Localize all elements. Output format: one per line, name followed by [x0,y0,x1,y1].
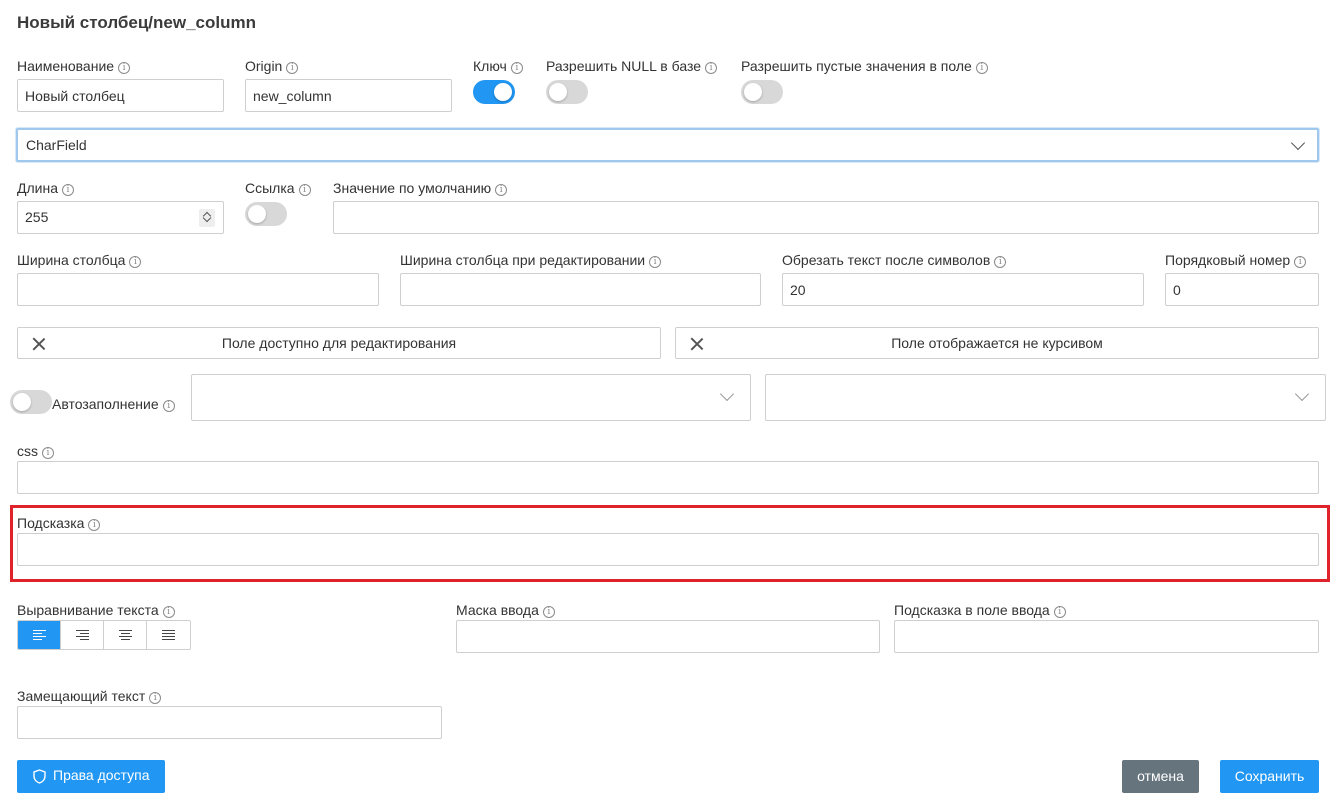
info-icon[interactable]: i [162,400,175,412]
allow-empty-toggle[interactable] [741,80,783,104]
origin-label: Origin i [245,57,299,75]
column-width-input[interactable] [17,273,379,306]
truncate-input[interactable] [782,273,1144,306]
column-width-label: Ширина столбца i [17,251,142,269]
cancel-button[interactable]: отмена [1122,760,1199,793]
order-label: Порядковый номер i [1165,251,1307,269]
edit-width-input[interactable] [400,273,761,306]
toggle-knob [494,83,512,101]
align-right-button[interactable] [61,621,104,649]
info-icon[interactable]: i [1053,606,1066,618]
autofill-label: Автозаполнение i [52,395,175,413]
info-icon[interactable]: i [705,62,718,74]
link-toggle[interactable] [245,202,287,226]
toggle-knob [248,205,266,223]
align-center-button[interactable] [104,621,147,649]
info-icon[interactable]: i [975,62,988,74]
name-input[interactable] [17,79,224,112]
input-mask-label: Маска ввода i [456,601,555,619]
text-align-group [17,620,191,650]
origin-input[interactable] [245,79,452,112]
field-type-value: CharField [26,137,87,153]
info-icon[interactable]: i [118,62,131,74]
css-label: css i [17,442,54,460]
link-label: Ссылка i [245,179,311,197]
hint-input[interactable] [17,533,1319,566]
access-rights-label: Права доступа [53,767,150,783]
access-rights-button[interactable]: Права доступа [17,760,165,793]
number-stepper[interactable] [199,209,215,227]
alt-text-input[interactable] [17,706,442,739]
info-icon[interactable]: i [62,184,74,196]
page-title: Новый столбец/new_column [17,13,256,32]
info-icon[interactable]: i [298,184,311,196]
autofill-toggle[interactable] [10,390,52,414]
info-icon[interactable]: i [649,256,662,268]
info-icon[interactable]: i [286,62,299,74]
input-placeholder-label: Подсказка в поле ввода i [894,601,1066,619]
chevron-down-icon [1294,386,1310,402]
editable-toggle-button[interactable]: Поле доступно для редактирования [17,327,661,359]
align-justify-button[interactable] [147,621,190,649]
default-value-input[interactable] [333,201,1319,234]
input-mask-input[interactable] [456,620,880,653]
info-icon[interactable]: i [162,606,175,618]
toggle-knob [549,83,567,101]
italic-toggle-button[interactable]: Поле отображается не курсивом [675,327,1319,359]
info-icon[interactable]: i [88,519,101,531]
autofill-source-select[interactable] [191,374,751,421]
align-left-button[interactable] [18,621,61,649]
edit-width-label: Ширина столбца при редактировании i [400,251,662,269]
allow-null-label: Разрешить NULL в базе i [546,57,718,75]
info-icon[interactable]: i [42,447,54,459]
info-icon[interactable]: i [149,692,162,704]
shield-icon [33,769,46,784]
toggle-knob [744,83,762,101]
default-value-label: Значение по умолчанию i [333,179,508,197]
css-input[interactable] [17,461,1319,494]
info-icon[interactable]: i [510,62,523,74]
info-icon[interactable]: i [129,256,142,268]
key-toggle[interactable] [473,80,515,104]
save-button[interactable]: Сохранить [1220,760,1319,793]
chevron-down-icon [719,386,735,402]
autofill-field-select[interactable] [765,374,1326,421]
length-label: Длина i [17,179,74,197]
name-label: Наименование i [17,57,131,75]
hint-label: Подсказка i [17,514,101,532]
length-input[interactable]: 255 [17,201,224,234]
info-icon[interactable]: i [1294,256,1307,268]
alt-text-label: Замещающий текст i [17,687,162,705]
field-type-select[interactable]: CharField [16,128,1319,162]
input-placeholder-input[interactable] [894,620,1319,653]
truncate-label: Обрезать текст после символов i [782,251,1007,269]
text-align-label: Выравнивание текста i [17,601,175,619]
allow-empty-label: Разрешить пустые значения в поле i [741,57,988,75]
order-input[interactable] [1165,273,1319,306]
info-icon[interactable]: i [542,606,555,618]
length-value: 255 [25,209,49,225]
toggle-knob [13,393,31,411]
allow-null-toggle[interactable] [546,80,588,104]
chevron-down-icon [1290,135,1306,151]
info-icon[interactable]: i [994,256,1007,268]
key-label: Ключ i [473,57,523,75]
info-icon[interactable]: i [495,184,508,196]
